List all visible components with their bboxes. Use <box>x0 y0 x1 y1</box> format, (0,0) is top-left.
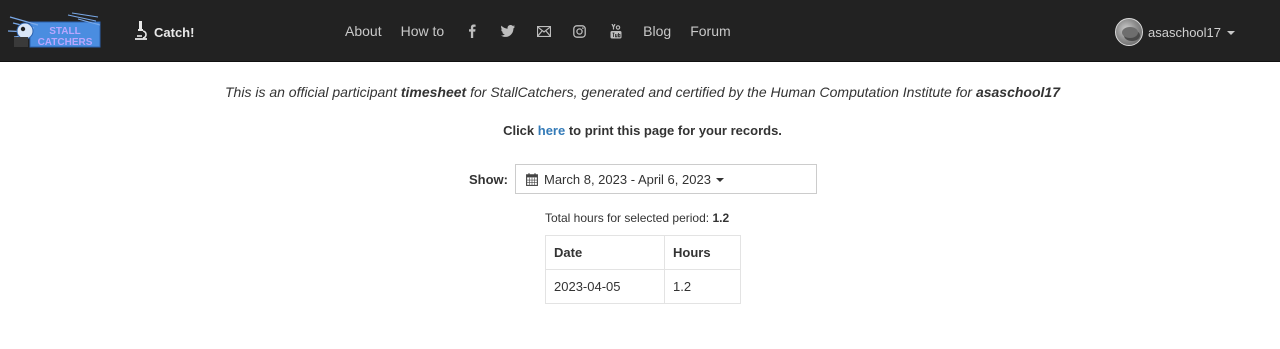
total-hours: Total hours for selected period: 1.2 <box>545 211 729 225</box>
cell-date: 2023-04-05 <box>545 269 665 304</box>
intro-text-1: This is an official participant <box>225 84 401 100</box>
instagram-icon[interactable] <box>571 23 588 40</box>
twitter-icon[interactable] <box>499 23 516 40</box>
hours-table: Date Hours 2023-04-05 1.2 <box>545 235 741 304</box>
timesheet-intro: This is an official participant timeshee… <box>0 84 1280 100</box>
chevron-down-icon <box>1227 31 1235 35</box>
nav-links: About How to Blog Forum <box>345 0 750 62</box>
stallcatchers-logo[interactable]: STALL CATCHERS <box>7 11 102 51</box>
show-label: Show: <box>469 172 508 187</box>
print-text-before: Click <box>503 123 538 138</box>
nav-howto[interactable]: How to <box>401 23 445 39</box>
mail-icon[interactable] <box>535 23 552 40</box>
logo-text-top: STALL <box>49 26 80 37</box>
facebook-icon[interactable] <box>463 23 480 40</box>
total-hours-label: Total hours for selected period: <box>545 211 713 225</box>
youtube-icon[interactable] <box>607 23 624 40</box>
col-header-date: Date <box>545 235 665 270</box>
logo-text-bottom: CATCHERS <box>38 37 93 48</box>
catch-link[interactable]: Catch! <box>134 20 194 44</box>
total-hours-value: 1.2 <box>712 211 730 225</box>
date-range-picker[interactable]: March 8, 2023 - April 6, 2023 <box>515 164 817 194</box>
intro-timesheet: timesheet <box>400 84 467 100</box>
print-instruction: Click here to print this page for your r… <box>0 123 1280 138</box>
microscope-icon <box>134 20 148 45</box>
avatar <box>1115 18 1143 46</box>
date-range-value: March 8, 2023 - April 6, 2023 <box>544 171 711 187</box>
print-text-after: to print this page for your records. <box>565 123 782 138</box>
print-here-link[interactable]: here <box>538 123 565 138</box>
username: asaschool17 <box>1148 24 1221 40</box>
intro-username: asaschool17 <box>975 84 1060 100</box>
col-header-hours: Hours <box>664 235 741 270</box>
nav-blog[interactable]: Blog <box>643 23 671 39</box>
calendar-icon <box>526 172 538 186</box>
chevron-down-icon <box>715 178 724 182</box>
table-header-row: Date Hours <box>545 235 741 270</box>
intro-text-2: for StallCatchers, generated and certifi… <box>466 84 976 100</box>
nav-forum[interactable]: Forum <box>690 23 730 39</box>
catch-label: Catch! <box>154 24 195 40</box>
user-menu[interactable]: asaschool17 <box>1115 17 1235 47</box>
nav-about[interactable]: About <box>345 23 382 39</box>
top-navbar: STALL CATCHERS Catch! About How to Blog … <box>0 0 1280 62</box>
table-row: 2023-04-05 1.2 <box>545 269 741 304</box>
cell-hours: 1.2 <box>664 269 741 304</box>
